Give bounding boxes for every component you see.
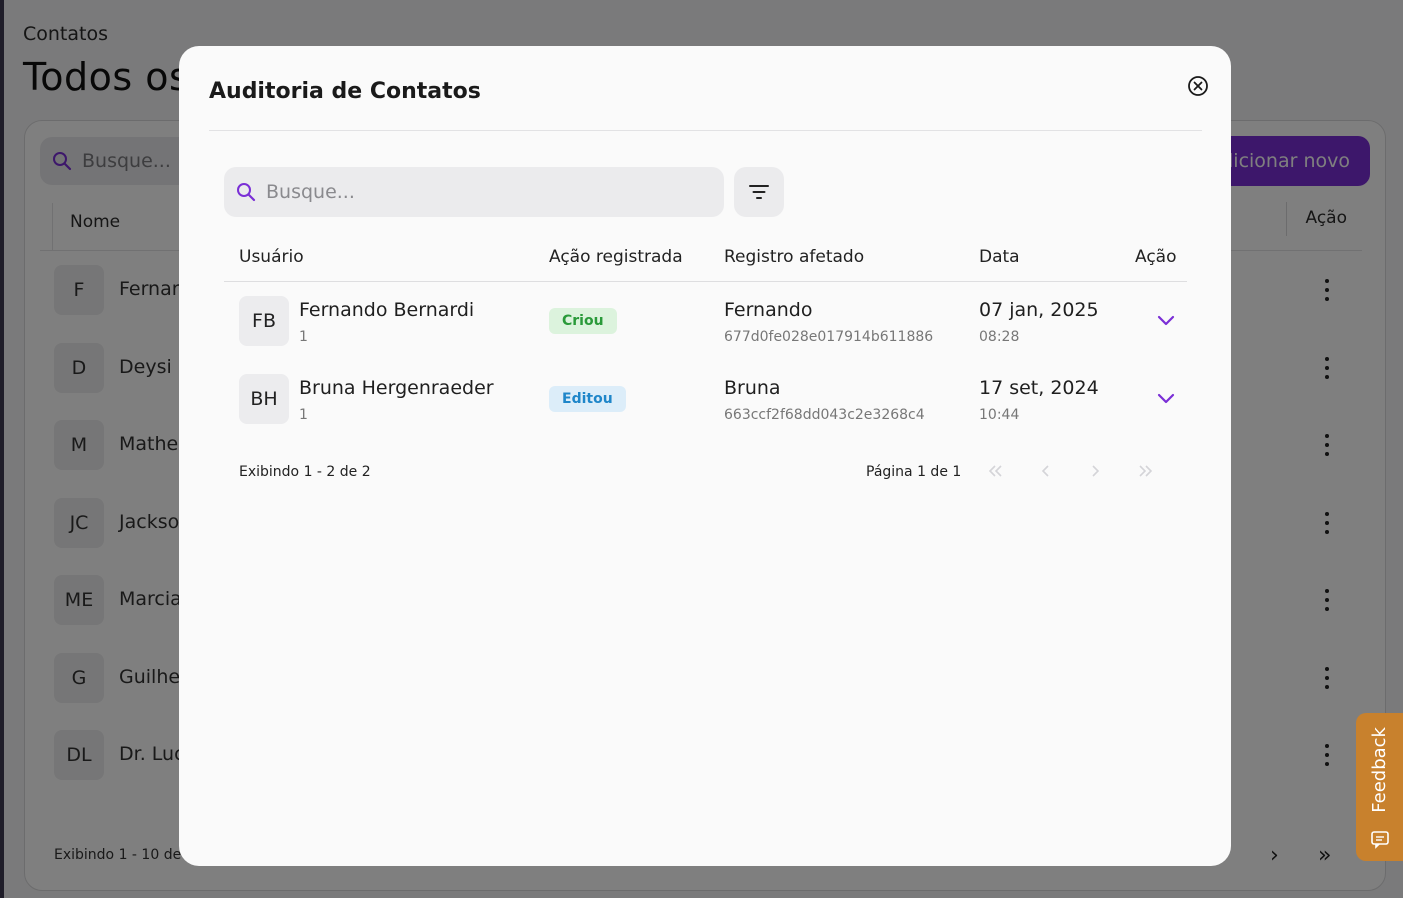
user-id: 1 (299, 407, 308, 423)
user-id: 1 (299, 329, 308, 345)
column-header-action-registered: Ação registrada (549, 247, 683, 267)
avatar: FB (239, 296, 289, 346)
first-page-icon[interactable] (983, 458, 1009, 484)
audit-modal: Auditoria de Contatos Usuário Ação regis… (179, 46, 1231, 866)
column-header-affected-record: Registro afetado (724, 247, 865, 267)
column-header-user: Usuário (239, 247, 304, 267)
record-time: 08:28 (979, 329, 1020, 345)
user-name: Fernando Bernardi (299, 299, 475, 321)
action-badge: Editou (549, 386, 626, 412)
modal-title: Auditoria de Contatos (209, 79, 481, 104)
feedback-tab[interactable]: Feedback (1356, 713, 1403, 861)
record-id: 677d0fe028e017914b611886 (724, 329, 934, 345)
audit-search-input[interactable] (266, 181, 686, 203)
table-header-line (224, 281, 1187, 282)
feedback-label: Feedback (1369, 727, 1390, 813)
last-page-icon[interactable] (1132, 458, 1158, 484)
next-page-icon[interactable] (1082, 458, 1108, 484)
audit-search[interactable] (224, 167, 724, 217)
avatar: BH (239, 374, 289, 424)
record-time: 10:44 (979, 407, 1020, 423)
table-row: FB Fernando Bernardi 1 Criou Fernando 67… (179, 296, 1231, 374)
pagination-summary: Exibindo 1 - 2 de 2 (239, 464, 371, 480)
record-date: 17 set, 2024 (979, 377, 1099, 399)
column-header-date: Data (979, 247, 1020, 267)
modal-divider (209, 130, 1202, 131)
previous-page-icon[interactable] (1033, 458, 1059, 484)
page-indicator: Página 1 de 1 (866, 464, 962, 480)
record-id: 663ccf2f68dd043c2e3268c4 (724, 407, 925, 423)
filter-icon (749, 185, 769, 199)
table-row: BH Bruna Hergenraeder 1 Editou Bruna 663… (179, 374, 1231, 452)
column-header-row-action: Ação (1135, 247, 1177, 267)
user-name: Bruna Hergenraeder (299, 377, 494, 399)
close-icon[interactable] (1187, 75, 1209, 97)
record-name: Fernando (724, 299, 813, 321)
filter-button[interactable] (734, 167, 784, 217)
chevron-down-icon[interactable] (1156, 313, 1176, 327)
chevron-down-icon[interactable] (1156, 391, 1176, 405)
search-icon (237, 183, 256, 202)
record-date: 07 jan, 2025 (979, 299, 1099, 321)
action-badge: Criou (549, 308, 617, 334)
chat-icon (1370, 831, 1389, 849)
record-name: Bruna (724, 377, 781, 399)
